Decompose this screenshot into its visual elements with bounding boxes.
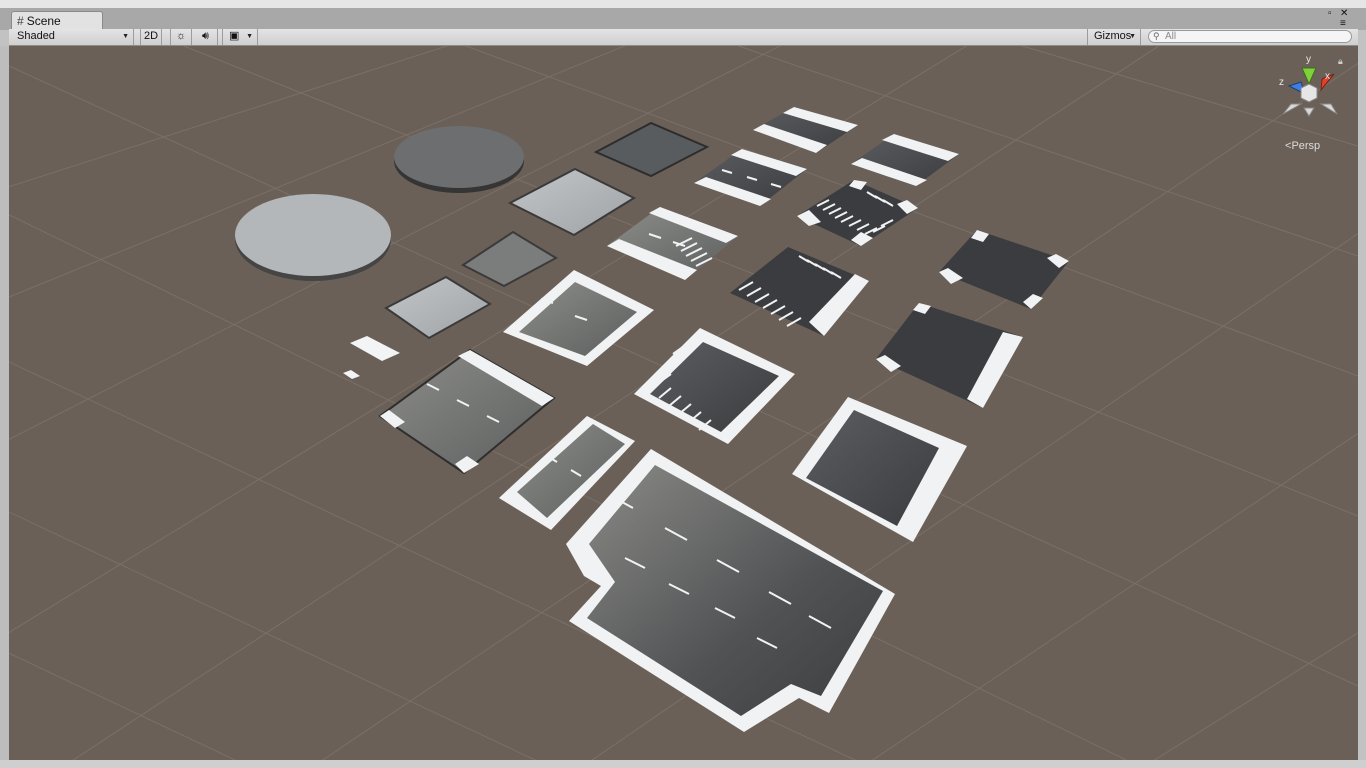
gizmo-x-label: x xyxy=(1325,71,1330,82)
road-tile-edge-stripe xyxy=(876,303,1023,408)
gizmo-neg-x-cone[interactable] xyxy=(1282,103,1303,115)
grid-hash-icon: # xyxy=(17,14,24,28)
draw-mode-label: Shaded xyxy=(17,30,55,42)
orientation-gizmo[interactable]: y x z xyxy=(1279,54,1338,117)
gizmo-center-cube[interactable] xyxy=(1300,83,1318,103)
draw-mode-dropdown[interactable]: Shaded ▼ xyxy=(9,29,134,45)
marker-piece xyxy=(343,370,360,379)
gizmo-z-label: z xyxy=(1279,77,1284,88)
square-tile-light xyxy=(507,167,637,237)
bottom-border xyxy=(0,760,1366,768)
toggle-2d-button[interactable]: 2D xyxy=(140,29,162,45)
road-tile-crosswalk-edge xyxy=(730,247,869,336)
road-tile-straight xyxy=(851,134,959,186)
square-tile-mid xyxy=(461,230,559,288)
gizmos-label: Gizmos xyxy=(1094,30,1132,42)
window-controls: ▫ ✕ ≡ xyxy=(1328,8,1358,30)
gizmo-neg-z-cone[interactable] xyxy=(1319,103,1338,115)
tab-bar: # Scene ▫ ✕ ≡ xyxy=(0,8,1366,30)
square-tile-pale xyxy=(384,275,492,340)
disc-tile-small xyxy=(394,126,524,193)
road-tile-dashed xyxy=(694,149,807,206)
speaker-icon: 🔊︎ xyxy=(202,30,209,42)
sun-icon: ☼ xyxy=(175,30,187,42)
road-tile-crosswalk-corner xyxy=(634,328,795,444)
search-icon: ⚲ xyxy=(1153,31,1160,41)
road-tile-crosswalk-dashed xyxy=(607,207,738,280)
hierarchy-search-input[interactable]: ⚲ All xyxy=(1148,30,1352,43)
road-tile-straight xyxy=(753,107,858,153)
dropdown-arrow-icon: ▼ xyxy=(122,33,129,40)
gizmo-y-label: y xyxy=(1306,54,1311,65)
scene-toolbar: Shaded ▼ 2D ☼ 🔊︎ ▣ ▼ Gizmos ▼ ⚲ All xyxy=(9,29,1358,46)
disc-tile-large xyxy=(235,194,391,281)
audio-toggle-button[interactable]: 🔊︎ xyxy=(194,29,218,45)
dropdown-arrow-icon: ▼ xyxy=(246,33,253,40)
road-tile-corners xyxy=(939,230,1069,309)
tab-scene-label: Scene xyxy=(26,14,61,28)
scene-render: y x z xyxy=(9,46,1358,760)
lighting-toggle-button[interactable]: ☼ xyxy=(170,29,192,45)
gizmo-y-cone[interactable] xyxy=(1301,67,1317,86)
road-tile-crosswalk xyxy=(797,180,918,246)
gizmos-dropdown[interactable]: Gizmos ▼ xyxy=(1087,29,1141,45)
panel-menu-icon[interactable]: ≡ xyxy=(1340,18,1346,29)
left-panel-edge xyxy=(0,46,9,760)
tab-scene[interactable]: # Scene xyxy=(11,11,103,30)
maximize-icon[interactable]: ▫ xyxy=(1328,8,1332,19)
projection-label: Persp xyxy=(1291,140,1321,152)
image-icon: ▣ xyxy=(229,30,240,42)
effects-dropdown[interactable]: ▣ ▼ xyxy=(222,29,258,45)
projection-toggle[interactable]: <Persp xyxy=(1285,140,1320,152)
marker-piece xyxy=(350,336,400,361)
search-placeholder: All xyxy=(1165,31,1177,42)
scene-viewport[interactable]: y x z 🔒︎ <Persp xyxy=(9,46,1358,760)
gizmo-neg-y-cone[interactable] xyxy=(1303,107,1315,117)
scene-window: # Scene ▫ ✕ ≡ Shaded ▼ 2D ☼ 🔊︎ ▣ ▼ Gizmos… xyxy=(0,0,1366,768)
road-tile-dashed-large xyxy=(378,348,556,475)
dropdown-arrow-icon: ▼ xyxy=(1129,33,1136,40)
lock-icon[interactable]: 🔒︎ xyxy=(1338,56,1343,67)
